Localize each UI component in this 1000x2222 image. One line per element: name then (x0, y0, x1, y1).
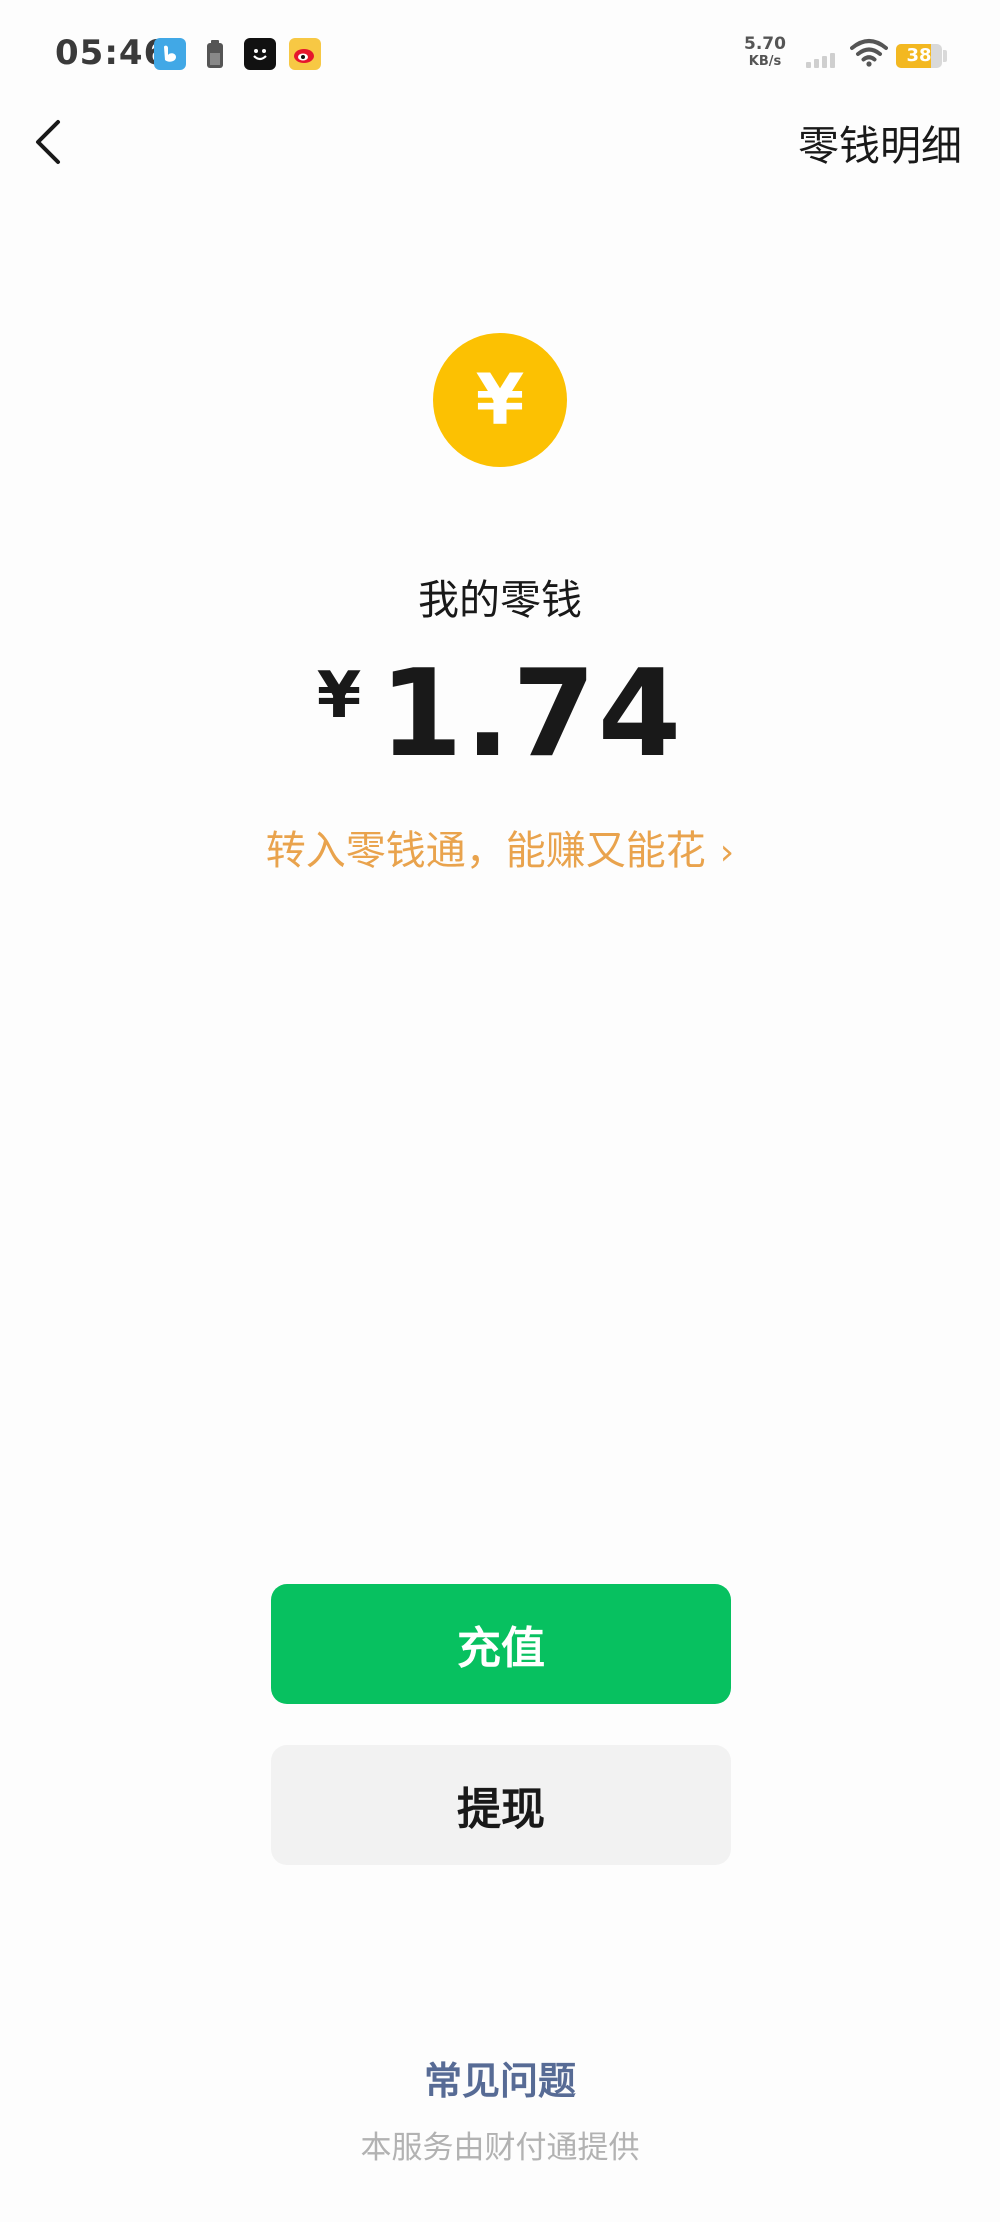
battery-saver-icon (199, 38, 231, 70)
app-icon (154, 38, 186, 70)
status-time: 05:46 (55, 33, 169, 73)
signal-icon (806, 46, 835, 68)
status-bar: 05:46 5.70 KB/s 38 (0, 0, 1000, 110)
currency-symbol: ¥ (316, 659, 362, 733)
network-speed-unit: KB/s (748, 54, 782, 69)
recharge-button[interactable]: 充值 (271, 1584, 731, 1704)
balance-amount: ¥1.74 (0, 645, 1000, 784)
chevron-left-icon (36, 120, 60, 164)
wifi-icon (850, 38, 888, 68)
message-icon (244, 38, 276, 70)
withdraw-button[interactable]: 提现 (271, 1745, 731, 1865)
lingqiantong-promo-link[interactable]: 转入零钱通，能赚又能花 › (0, 818, 1000, 876)
weibo-icon (289, 38, 321, 70)
network-speed-value: 5.70 (744, 34, 786, 54)
transaction-details-link[interactable]: 零钱明细 (798, 112, 962, 172)
network-speed: 5.70 KB/s (740, 34, 790, 69)
battery-icon: 38 (896, 44, 942, 68)
yuan-coin-icon: ¥ (433, 333, 567, 467)
chevron-right-icon: › (719, 832, 735, 873)
promo-text: 转入零钱通，能赚又能花 (265, 828, 706, 874)
provider-note: 本服务由财付通提供 (360, 2130, 640, 2166)
notification-icons (154, 38, 321, 70)
battery-cap (943, 50, 947, 62)
battery-level: 38 (906, 45, 932, 66)
back-button[interactable] (26, 114, 76, 170)
balance-value: 1.74 (379, 645, 684, 784)
balance-label: 我的零钱 (418, 576, 582, 624)
faq-link[interactable]: 常见问题 (0, 2050, 1000, 2105)
